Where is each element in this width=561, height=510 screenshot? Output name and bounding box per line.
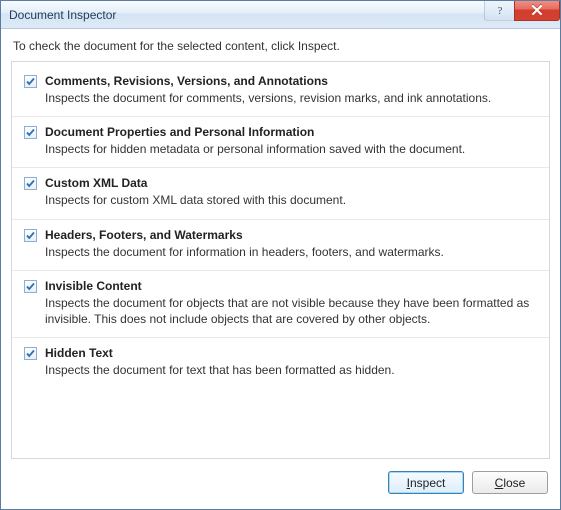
option-description: Inspects the document for comments, vers… — [45, 90, 537, 106]
option-row: Invisible Content Inspects the document f… — [12, 271, 549, 338]
option-text: Custom XML Data Inspects for custom XML d… — [45, 176, 537, 208]
option-row: Headers, Footers, and Watermarks Inspects… — [12, 220, 549, 271]
titlebar[interactable]: Document Inspector ? — [1, 1, 560, 29]
option-text: Comments, Revisions, Versions, and Annot… — [45, 74, 537, 106]
check-icon — [25, 127, 36, 138]
check-icon — [25, 76, 36, 87]
option-row: Hidden Text Inspects the document for tex… — [12, 338, 549, 388]
option-checkbox[interactable] — [24, 229, 37, 242]
svg-text:?: ? — [497, 5, 502, 16]
option-description: Inspects the document for text that has … — [45, 362, 537, 378]
check-icon — [25, 281, 36, 292]
check-icon — [25, 178, 36, 189]
option-description: Inspects the document for information in… — [45, 244, 537, 260]
option-text: Hidden Text Inspects the document for tex… — [45, 346, 537, 378]
option-title: Custom XML Data — [45, 176, 537, 190]
window-close-button[interactable] — [514, 1, 560, 21]
option-title: Headers, Footers, and Watermarks — [45, 228, 537, 242]
close-icon — [531, 5, 543, 15]
option-text: Document Properties and Personal Informa… — [45, 125, 537, 157]
option-row: Comments, Revisions, Versions, and Annot… — [12, 66, 549, 117]
option-checkbox[interactable] — [24, 347, 37, 360]
option-row: Custom XML Data Inspects for custom XML d… — [12, 168, 549, 219]
titlebar-buttons: ? — [484, 1, 560, 21]
dialog-buttons: Inspect Close — [1, 459, 560, 494]
inspect-button[interactable]: Inspect — [388, 471, 464, 494]
option-description: Inspects the document for objects that a… — [45, 295, 537, 327]
check-icon — [25, 230, 36, 241]
option-checkbox[interactable] — [24, 126, 37, 139]
options-panel: Comments, Revisions, Versions, and Annot… — [11, 61, 550, 459]
close-button[interactable]: Close — [472, 471, 548, 494]
option-checkbox[interactable] — [24, 280, 37, 293]
option-title: Invisible Content — [45, 279, 537, 293]
instruction-text: To check the document for the selected c… — [1, 29, 560, 61]
option-text: Invisible Content Inspects the document f… — [45, 279, 537, 327]
option-description: Inspects for hidden metadata or personal… — [45, 141, 537, 157]
option-title: Comments, Revisions, Versions, and Annot… — [45, 74, 537, 88]
option-text: Headers, Footers, and Watermarks Inspects… — [45, 228, 537, 260]
option-row: Document Properties and Personal Informa… — [12, 117, 549, 168]
check-icon — [25, 348, 36, 359]
help-button[interactable]: ? — [484, 1, 514, 21]
help-icon: ? — [495, 4, 505, 16]
option-title: Document Properties and Personal Informa… — [45, 125, 537, 139]
option-checkbox[interactable] — [24, 177, 37, 190]
option-checkbox[interactable] — [24, 75, 37, 88]
option-description: Inspects for custom XML data stored with… — [45, 192, 537, 208]
window-title: Document Inspector — [9, 8, 484, 22]
option-title: Hidden Text — [45, 346, 537, 360]
